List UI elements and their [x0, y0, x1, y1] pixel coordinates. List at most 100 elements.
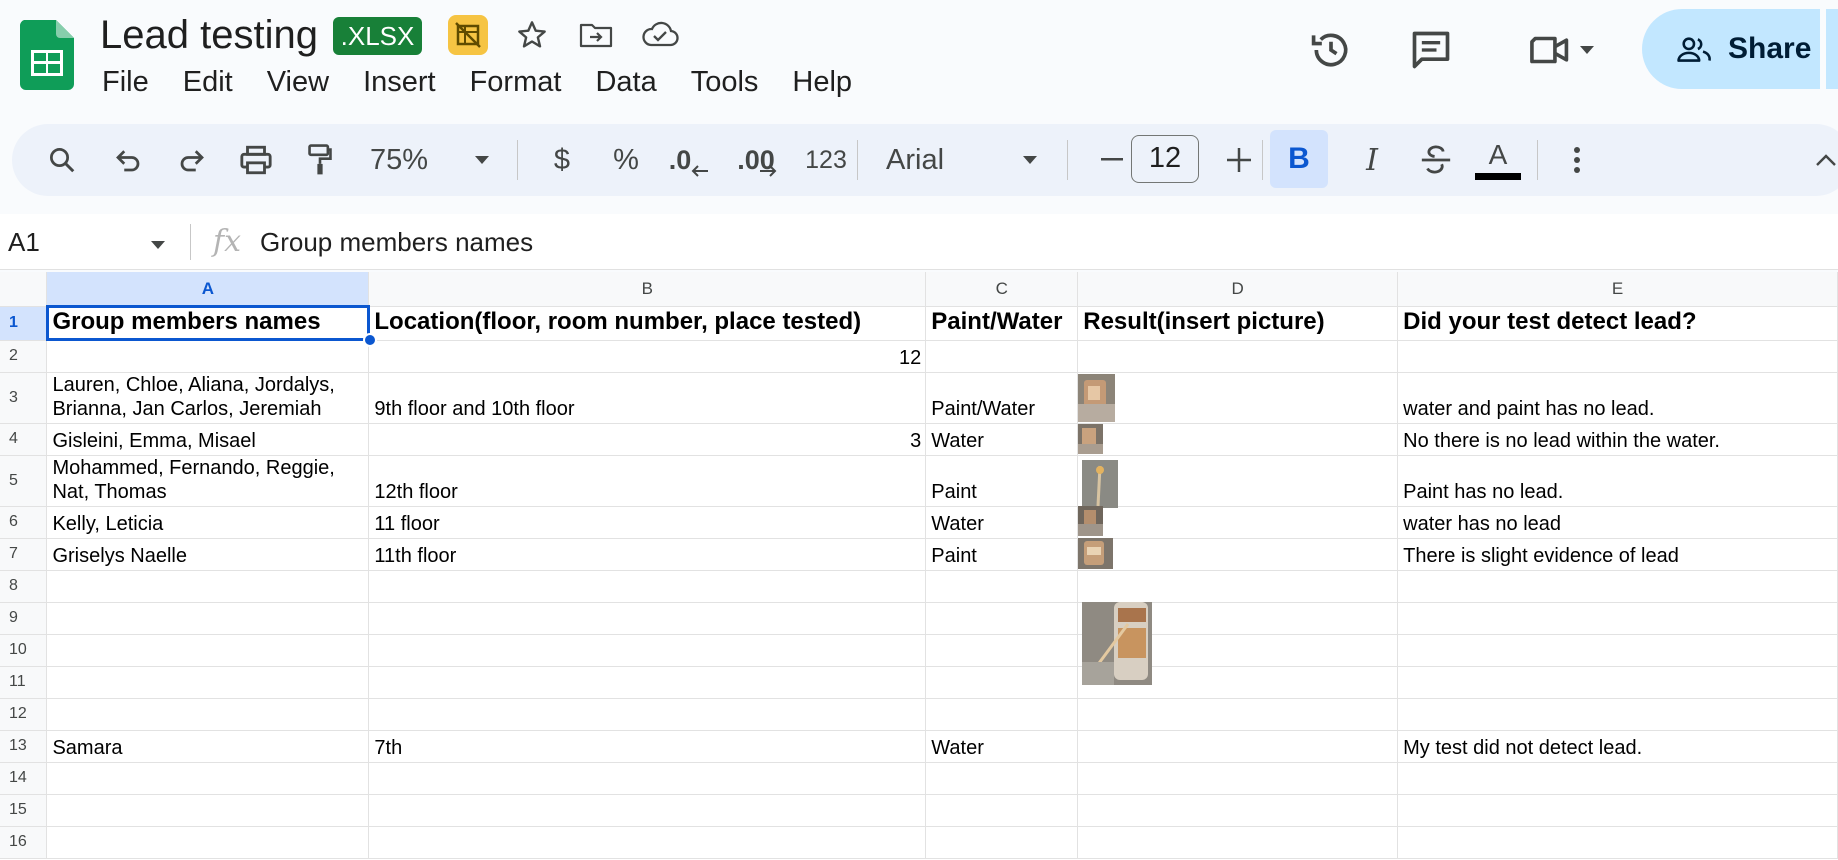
cell[interactable] [46, 666, 370, 699]
move-to-folder-icon[interactable] [576, 15, 616, 55]
header-cell-c[interactable]: Paint/Water [925, 306, 1079, 341]
cell[interactable] [925, 340, 1079, 373]
cell[interactable] [925, 762, 1079, 795]
cell[interactable] [368, 602, 927, 635]
cell[interactable] [1077, 698, 1399, 731]
menu-insert[interactable]: Insert [363, 62, 451, 102]
row-header[interactable]: 13 [0, 730, 48, 763]
cell[interactable] [1077, 538, 1399, 571]
cell[interactable] [368, 666, 927, 699]
header-cell-d[interactable]: Result(insert picture) [1077, 306, 1399, 341]
zoom-select[interactable]: 75% [364, 124, 434, 196]
cell[interactable] [1077, 340, 1399, 373]
row-header[interactable]: 14 [0, 762, 48, 795]
share-dropdown-button[interactable] [1826, 9, 1838, 89]
cell[interactable]: 11th floor [368, 538, 927, 571]
cell[interactable] [1397, 634, 1838, 667]
search-icon[interactable] [42, 124, 82, 196]
cell[interactable] [925, 570, 1079, 603]
font-chevron-icon[interactable] [1020, 124, 1040, 196]
increase-font-size-button[interactable] [1219, 124, 1259, 196]
cell[interactable] [46, 602, 370, 635]
star-icon[interactable] [512, 15, 552, 55]
cell[interactable] [46, 634, 370, 667]
row-header[interactable]: 2 [0, 340, 48, 373]
header-cell-b[interactable]: Location(floor, room number, place teste… [368, 306, 927, 341]
row-header[interactable]: 1 [0, 306, 48, 341]
cell[interactable] [1077, 455, 1399, 507]
cell[interactable] [368, 762, 927, 795]
result-photo[interactable] [1078, 506, 1103, 536]
menu-help[interactable]: Help [792, 62, 867, 102]
offline-unavailable-icon[interactable] [448, 15, 488, 55]
column-header-d[interactable]: D [1077, 272, 1399, 307]
row-header[interactable]: 15 [0, 794, 48, 827]
cell[interactable] [1077, 826, 1399, 859]
cell[interactable]: Lauren, Chloe, Aliana, Jordalys, Brianna… [46, 372, 370, 424]
version-history-icon[interactable] [1306, 25, 1356, 75]
cell[interactable]: Mohammed, Fernando, Reggie, Nat, Thomas [46, 455, 370, 507]
document-title[interactable]: Lead testing [100, 10, 318, 60]
result-photo[interactable] [1082, 460, 1118, 508]
cloud-saved-icon[interactable] [640, 15, 680, 55]
menu-edit[interactable]: Edit [183, 62, 248, 102]
cell[interactable]: No there is no lead within the water. [1397, 423, 1838, 456]
cell[interactable] [925, 634, 1079, 667]
menu-format[interactable]: Format [470, 62, 577, 102]
zoom-chevron-icon[interactable] [472, 124, 492, 196]
cell[interactable]: Paint/Water [925, 372, 1079, 424]
cell[interactable]: Paint [925, 455, 1079, 507]
name-box[interactable]: A1 [8, 222, 40, 262]
cell[interactable] [1077, 506, 1399, 539]
paint-format-icon[interactable] [300, 124, 340, 196]
cell[interactable] [46, 794, 370, 827]
row-header[interactable]: 11 [0, 666, 48, 699]
result-photo[interactable] [1078, 538, 1113, 569]
cell[interactable]: Paint [925, 538, 1079, 571]
share-button[interactable]: Share [1642, 9, 1820, 89]
text-color-button[interactable]: A [1472, 124, 1524, 196]
cell[interactable] [1077, 372, 1399, 424]
menu-file[interactable]: File [102, 62, 164, 102]
row-header[interactable]: 9 [0, 602, 48, 635]
decrease-font-size-button[interactable] [1092, 124, 1132, 196]
result-photo[interactable] [1082, 602, 1152, 685]
cell[interactable] [1397, 602, 1838, 635]
cell[interactable] [925, 826, 1079, 859]
undo-icon[interactable] [108, 124, 148, 196]
cell[interactable] [1397, 340, 1838, 373]
cell[interactable]: 3 [368, 423, 927, 456]
font-size-input[interactable]: 12 [1131, 135, 1199, 183]
cell[interactable]: Water [925, 730, 1079, 763]
cell[interactable]: 7th [368, 730, 927, 763]
cell[interactable] [46, 826, 370, 859]
cell[interactable]: Kelly, Leticia [46, 506, 370, 539]
sheets-logo-icon[interactable] [19, 20, 75, 90]
cell[interactable] [368, 794, 927, 827]
row-header[interactable]: 3 [0, 372, 48, 424]
comments-icon[interactable] [1406, 25, 1456, 75]
cell[interactable] [46, 340, 370, 373]
row-header[interactable]: 4 [0, 423, 48, 456]
italic-button[interactable]: I [1352, 124, 1392, 196]
cell[interactable]: water has no lead [1397, 506, 1838, 539]
row-header[interactable]: 12 [0, 698, 48, 731]
cell[interactable] [368, 570, 927, 603]
header-cell-a[interactable]: Group members names [45, 305, 370, 341]
print-icon[interactable] [236, 124, 276, 196]
cell[interactable] [1397, 570, 1838, 603]
row-header[interactable]: 10 [0, 634, 48, 667]
cell[interactable]: 9th floor and 10th floor [368, 372, 927, 424]
row-header[interactable]: 7 [0, 538, 48, 571]
column-header-c[interactable]: C [925, 272, 1079, 307]
decrease-decimal-button[interactable]: .0 [664, 124, 714, 196]
cell[interactable] [925, 666, 1079, 699]
cell[interactable] [1397, 762, 1838, 795]
cell[interactable]: 11 floor [368, 506, 927, 539]
percent-format-button[interactable]: % [606, 124, 646, 196]
menu-tools[interactable]: Tools [691, 62, 774, 102]
cell[interactable]: Samara [46, 730, 370, 763]
currency-format-button[interactable]: $ [542, 124, 582, 196]
cell[interactable] [1077, 762, 1399, 795]
cell[interactable] [1397, 794, 1838, 827]
